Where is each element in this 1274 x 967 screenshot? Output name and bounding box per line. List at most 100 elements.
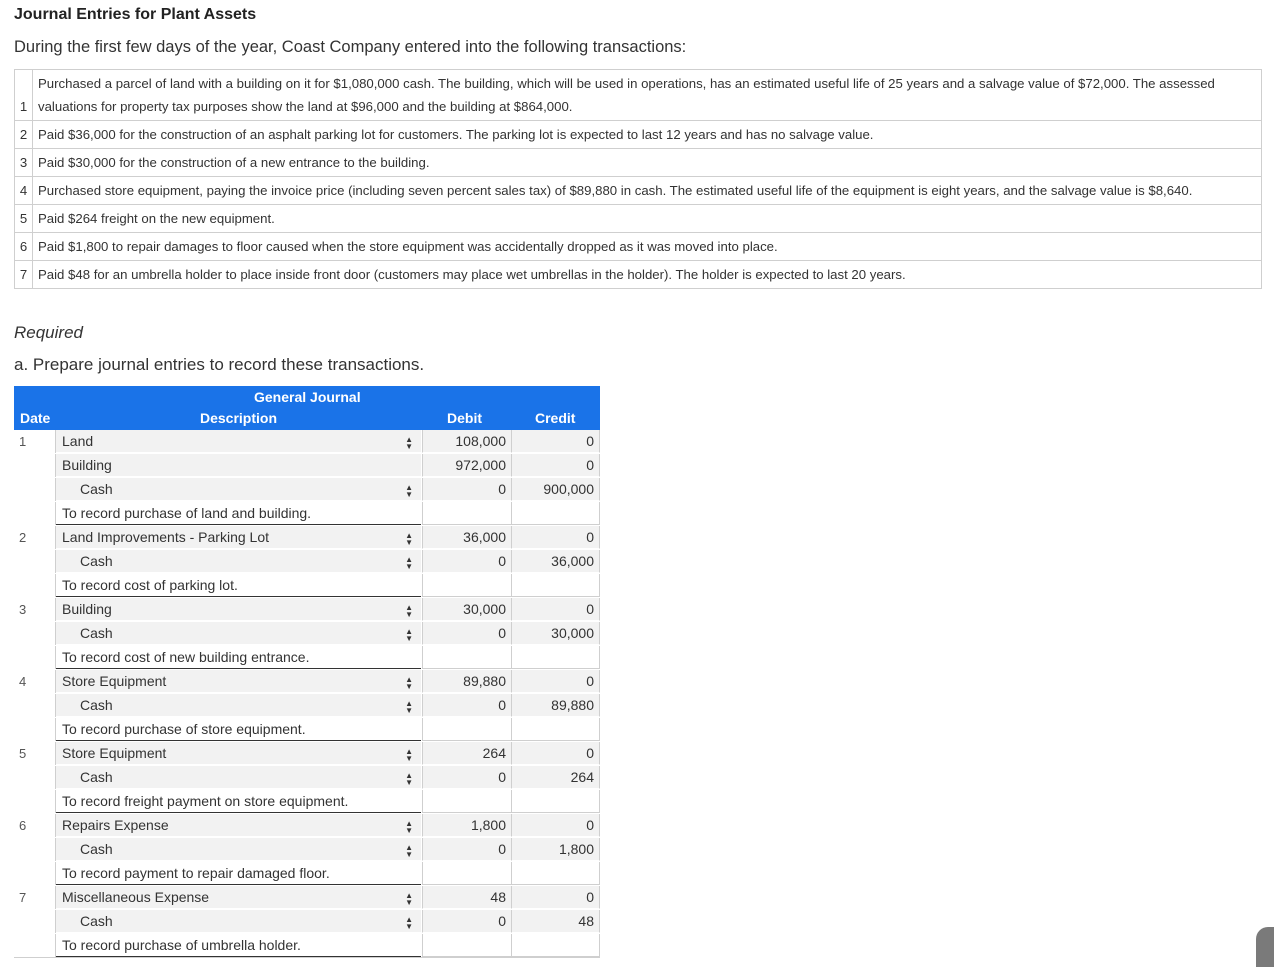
transaction-text: Paid $30,000 for the construction of a n… xyxy=(32,148,1262,177)
account-select[interactable]: Miscellaneous Expense ▲ ▼ xyxy=(56,886,421,909)
transaction-row: 1 Purchased a parcel of land with a build… xyxy=(14,69,1262,121)
credit-input[interactable]: 0 xyxy=(511,886,600,909)
account-select[interactable]: Repairs Expense ▲ ▼ xyxy=(56,814,421,837)
credit-input[interactable]: 0 xyxy=(511,598,600,621)
credit-input[interactable]: 0 xyxy=(511,814,600,837)
entry-date xyxy=(14,790,56,813)
credit-input[interactable]: 0 xyxy=(511,526,600,549)
account-name: Cash xyxy=(80,553,113,569)
chat-widget-tab[interactable] xyxy=(1256,927,1274,967)
updown-arrow-icon[interactable]: ▲ ▼ xyxy=(405,556,413,571)
updown-arrow-icon[interactable]: ▲ ▼ xyxy=(405,892,413,907)
updown-arrow-icon[interactable]: ▲ ▼ xyxy=(405,628,413,643)
debit-input[interactable]: 0 xyxy=(422,478,511,501)
debit-input[interactable]: 0 xyxy=(422,766,511,789)
debit-input[interactable]: 108,000 xyxy=(422,430,511,453)
journal-header: General Journal Date Description Debit C… xyxy=(14,386,600,430)
account-select[interactable]: Cash ▲ ▼ xyxy=(56,694,421,717)
credit-input[interactable]: 1,800 xyxy=(511,838,600,861)
debit-input[interactable]: 36,000 xyxy=(422,526,511,549)
debit-input[interactable]: 48 xyxy=(422,886,511,909)
intro-text: During the first few days of the year, C… xyxy=(14,38,687,56)
entry-date: 2 xyxy=(14,526,56,549)
transaction-text: Paid $264 freight on the new equipment. xyxy=(32,204,1262,233)
journal-entry-row: 5 Store Equipment ▲ ▼ 264 0 xyxy=(14,742,600,766)
account-select[interactable]: Land ▲ ▼ xyxy=(56,430,421,453)
credit-input xyxy=(511,790,600,813)
updown-arrow-icon[interactable]: ▲ ▼ xyxy=(405,700,413,715)
entry-date xyxy=(14,910,56,933)
credit-input xyxy=(511,646,600,669)
entry-date xyxy=(14,550,56,573)
account-select[interactable]: Cash ▲ ▼ xyxy=(56,622,421,645)
credit-input[interactable]: 0 xyxy=(511,742,600,765)
credit-input[interactable]: 0 xyxy=(511,454,600,477)
debit-input[interactable]: 1,800 xyxy=(422,814,511,837)
account-select[interactable]: Land Improvements - Parking Lot ▲ ▼ xyxy=(56,526,421,549)
account-name: Cash xyxy=(80,481,113,497)
updown-arrow-icon[interactable]: ▲ ▼ xyxy=(405,436,413,451)
debit-input[interactable]: 89,880 xyxy=(422,670,511,693)
account-select[interactable]: Cash ▲ ▼ xyxy=(56,766,421,789)
account-select[interactable]: Building xyxy=(56,454,421,477)
credit-input[interactable]: 0 xyxy=(511,670,600,693)
credit-input[interactable]: 30,000 xyxy=(511,622,600,645)
account-select[interactable]: Store Equipment ▲ ▼ xyxy=(56,742,421,765)
debit-input[interactable]: 264 xyxy=(422,742,511,765)
updown-arrow-icon[interactable]: ▲ ▼ xyxy=(405,532,413,547)
entry-date: 7 xyxy=(14,886,56,909)
account-name: To record freight payment on store equip… xyxy=(62,793,349,809)
account-select[interactable]: Cash ▲ ▼ xyxy=(56,550,421,573)
updown-arrow-icon[interactable]: ▲ ▼ xyxy=(405,748,413,763)
updown-arrow-icon[interactable]: ▲ ▼ xyxy=(405,820,413,835)
journal-entry-row: 7 Miscellaneous Expense ▲ ▼ 48 0 xyxy=(14,886,600,910)
debit-input[interactable]: 0 xyxy=(422,694,511,717)
credit-input[interactable]: 900,000 xyxy=(511,478,600,501)
credit-input[interactable]: 48 xyxy=(511,910,600,933)
account-name: Miscellaneous Expense xyxy=(62,889,210,905)
journal-entry-row: Cash ▲ ▼ 0 264 xyxy=(14,766,600,790)
credit-input[interactable]: 89,880 xyxy=(511,694,600,717)
debit-input[interactable]: 30,000 xyxy=(422,598,511,621)
updown-arrow-icon[interactable]: ▲ ▼ xyxy=(405,916,413,931)
journal-entry-row: Cash ▲ ▼ 0 30,000 xyxy=(14,622,600,646)
transaction-number: 6 xyxy=(14,232,33,261)
entry-memo: To record cost of parking lot. xyxy=(56,574,421,597)
debit-input[interactable]: 0 xyxy=(422,838,511,861)
updown-arrow-icon[interactable]: ▲ ▼ xyxy=(405,676,413,691)
transaction-text: Paid $36,000 for the construction of an … xyxy=(32,120,1262,149)
account-select[interactable]: Cash ▲ ▼ xyxy=(56,838,421,861)
account-name: To record cost of new building entrance. xyxy=(62,649,310,665)
entry-date: 1 xyxy=(14,430,56,453)
account-select[interactable]: Building ▲ ▼ xyxy=(56,598,421,621)
credit-input[interactable]: 0 xyxy=(511,430,600,453)
account-name: Cash xyxy=(80,913,113,929)
credit-input[interactable]: 264 xyxy=(511,766,600,789)
credit-input xyxy=(511,574,600,597)
updown-arrow-icon[interactable]: ▲ ▼ xyxy=(405,484,413,499)
updown-arrow-icon[interactable]: ▲ ▼ xyxy=(405,604,413,619)
journal-entry-row: Cash ▲ ▼ 0 900,000 xyxy=(14,478,600,502)
transaction-number: 7 xyxy=(14,260,33,289)
entry-date: 3 xyxy=(14,598,56,621)
account-name: To record purchase of umbrella holder. xyxy=(62,937,301,953)
debit-input xyxy=(422,502,511,525)
account-name: To record payment to repair damaged floo… xyxy=(62,865,330,881)
debit-input[interactable]: 0 xyxy=(422,550,511,573)
account-select[interactable]: Cash ▲ ▼ xyxy=(56,478,421,501)
debit-input[interactable]: 0 xyxy=(422,910,511,933)
credit-input[interactable]: 36,000 xyxy=(511,550,600,573)
journal-entry-row: Cash ▲ ▼ 0 48 xyxy=(14,910,600,934)
entry-date: 6 xyxy=(14,814,56,837)
updown-arrow-icon[interactable]: ▲ ▼ xyxy=(405,772,413,787)
debit-input xyxy=(422,790,511,813)
entry-date: 4 xyxy=(14,670,56,693)
entry-date xyxy=(14,838,56,861)
debit-input[interactable]: 972,000 xyxy=(422,454,511,477)
journal-memo-row: To record purchase of store equipment. xyxy=(14,718,600,742)
account-select[interactable]: Store Equipment ▲ ▼ xyxy=(56,670,421,693)
updown-arrow-icon[interactable]: ▲ ▼ xyxy=(405,844,413,859)
journal-entry-row: 4 Store Equipment ▲ ▼ 89,880 0 xyxy=(14,670,600,694)
debit-input[interactable]: 0 xyxy=(422,622,511,645)
account-select[interactable]: Cash ▲ ▼ xyxy=(56,910,421,933)
